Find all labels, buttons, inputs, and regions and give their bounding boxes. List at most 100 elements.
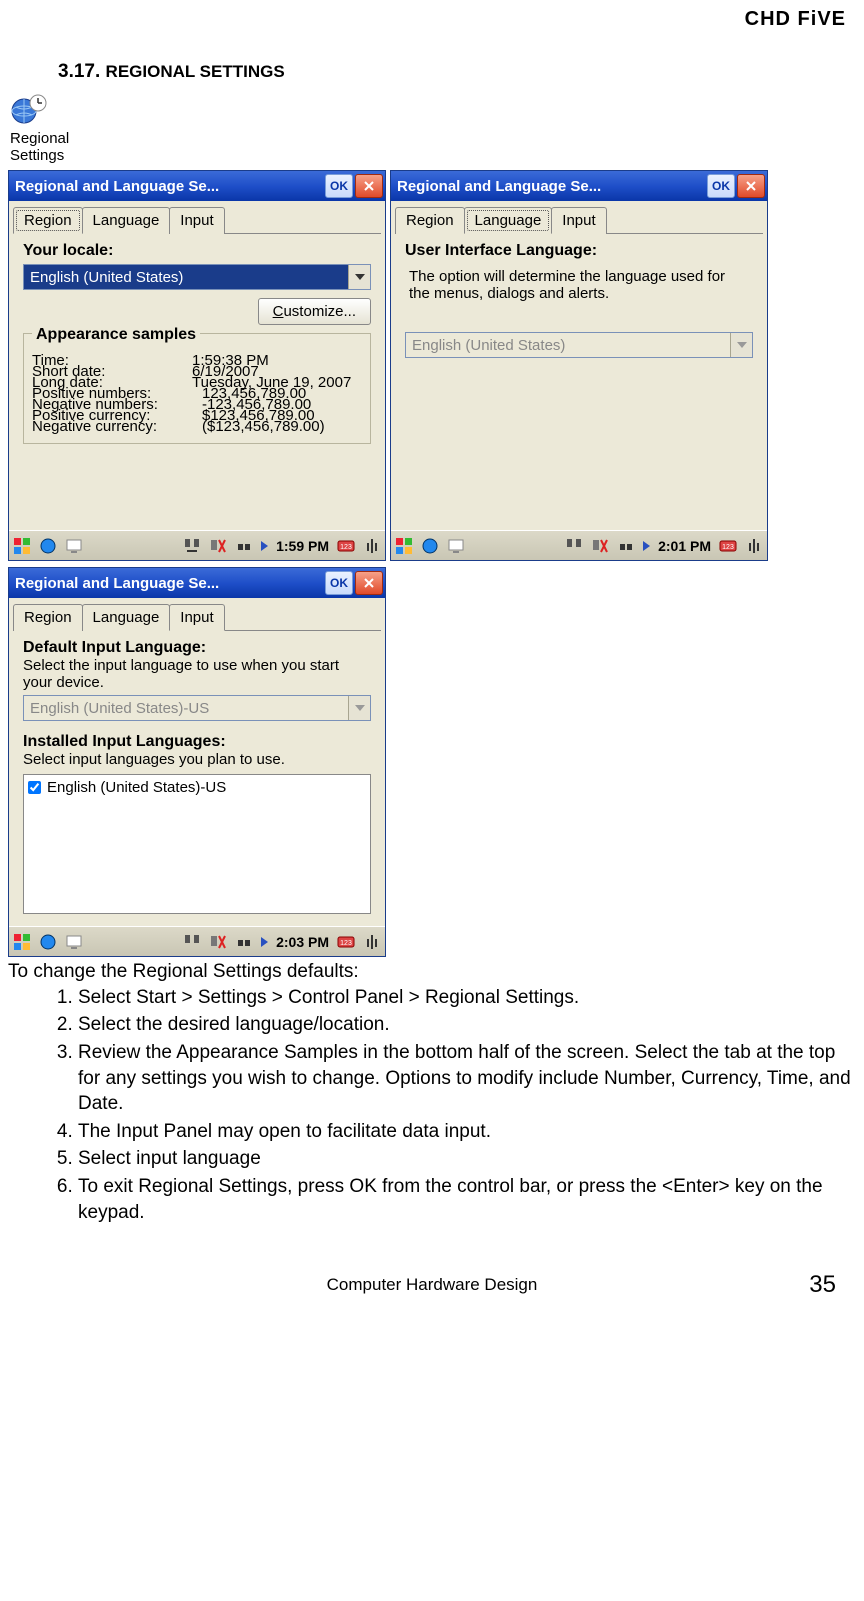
customize-button[interactable]: CCustomize...ustomize... (258, 298, 371, 325)
keyboard-icon[interactable]: 123 (337, 933, 355, 951)
tab-region[interactable]: Region (13, 604, 83, 631)
sync-icon[interactable] (183, 537, 201, 555)
window-body: User Interface Language: The option will… (395, 233, 763, 526)
brand-header: CHD FiVE (8, 8, 856, 31)
tab-input[interactable]: Input (169, 207, 224, 234)
installed-languages-list[interactable]: English (United States)-US (23, 774, 371, 914)
ok-button[interactable]: OK (707, 174, 735, 198)
taskbar: 2:03 PM 123 (9, 926, 385, 956)
tab-language[interactable]: Language (464, 207, 553, 234)
ui-language-combo (405, 332, 753, 358)
close-button[interactable] (355, 174, 383, 198)
page-footer: Computer Hardware Design 35 (8, 1275, 856, 1315)
close-icon (745, 180, 757, 192)
tab-region[interactable]: Region (13, 207, 83, 234)
instructions: To change the Regional Settings defaults… (8, 959, 856, 1225)
volume-icon[interactable] (235, 537, 253, 555)
language-item-label: English (United States)-US (47, 779, 226, 796)
page-number: 35 (809, 1271, 836, 1299)
window-title: Regional and Language Se... (397, 178, 705, 195)
fieldset-title: Appearance samples (32, 326, 200, 344)
network-icon[interactable] (39, 933, 57, 951)
volume-icon[interactable] (235, 933, 253, 951)
default-input-label: Default Input Language: (23, 639, 371, 657)
tray-arrow-icon[interactable] (261, 541, 268, 551)
sync-icon[interactable] (183, 933, 201, 951)
connection-icon[interactable] (209, 537, 227, 555)
sample-label: Negative currency: (32, 418, 202, 435)
titlebar[interactable]: Regional and Language Se... OK (391, 171, 767, 201)
connection-icon[interactable] (591, 537, 609, 555)
tray-arrow-icon[interactable] (643, 541, 650, 551)
tray-arrow-icon[interactable] (261, 937, 268, 947)
desktop-icon[interactable] (447, 537, 465, 555)
volume-icon[interactable] (617, 537, 635, 555)
tab-region[interactable]: Region (395, 207, 465, 234)
signal-icon[interactable] (363, 933, 381, 951)
instruction-item: Review the Appearance Samples in the bot… (78, 1040, 856, 1117)
installed-languages-label: Installed Input Languages: (23, 733, 371, 751)
ui-language-value (406, 333, 730, 357)
window-language: Regional and Language Se... OK Region La… (390, 170, 768, 561)
tab-language[interactable]: Language (82, 207, 171, 234)
network-icon[interactable] (421, 537, 439, 555)
section-title: REGIONAL SETTINGS (106, 62, 285, 81)
tab-input[interactable]: Input (169, 604, 224, 631)
locale-combo[interactable] (23, 264, 371, 290)
svg-text:123: 123 (340, 544, 352, 551)
default-input-combo (23, 695, 371, 721)
network-icon[interactable] (39, 537, 57, 555)
start-icon[interactable] (13, 537, 31, 555)
regional-settings-icon-block: Regional Settings (10, 93, 856, 164)
locale-label: Your locale: (23, 242, 371, 260)
instruction-item: Select the desired language/location. (78, 1012, 856, 1038)
window-input: Regional and Language Se... OK Region La… (8, 567, 386, 957)
default-input-text: Select the input language to use when yo… (23, 657, 371, 691)
tab-language[interactable]: Language (82, 604, 171, 631)
footer-center: Computer Hardware Design (327, 1275, 538, 1295)
language-checkbox[interactable] (28, 781, 41, 794)
titlebar[interactable]: Regional and Language Se... OK (9, 171, 385, 201)
locale-value[interactable] (24, 265, 348, 289)
icon-label: Regional Settings (10, 130, 856, 164)
tab-input[interactable]: Input (551, 207, 606, 234)
instruction-item: Select input language (78, 1146, 856, 1172)
chevron-down-icon[interactable] (348, 265, 370, 289)
svg-text:123: 123 (722, 544, 734, 551)
svg-text:123: 123 (340, 940, 352, 947)
start-icon[interactable] (13, 933, 31, 951)
start-icon[interactable] (395, 537, 413, 555)
taskbar: 1:59 PM 123 (9, 530, 385, 560)
close-button[interactable] (737, 174, 765, 198)
globe-clock-icon (10, 93, 48, 125)
window-body: Your locale: CCustomize...ustomize... Ap… (13, 233, 381, 526)
sample-value: ($123,456,789.00) (202, 418, 325, 435)
sync-icon[interactable] (565, 537, 583, 555)
window-body: Default Input Language: Select the input… (13, 630, 381, 922)
titlebar[interactable]: Regional and Language Se... OK (9, 568, 385, 598)
instruction-item: The Input Panel may open to facilitate d… (78, 1119, 856, 1145)
connection-icon[interactable] (209, 933, 227, 951)
close-icon (363, 180, 375, 192)
window-title: Regional and Language Se... (15, 178, 323, 195)
list-item[interactable]: English (United States)-US (28, 779, 366, 796)
default-input-value (24, 696, 348, 720)
desktop-icon[interactable] (65, 933, 83, 951)
signal-icon[interactable] (745, 537, 763, 555)
tab-row: Region Language Input (9, 598, 385, 631)
ok-button[interactable]: OK (325, 174, 353, 198)
keyboard-icon[interactable]: 123 (719, 537, 737, 555)
ok-button[interactable]: OK (325, 571, 353, 595)
chevron-down-icon (730, 333, 752, 357)
close-button[interactable] (355, 571, 383, 595)
desktop-icon[interactable] (65, 537, 83, 555)
tab-row: Region Language Input (391, 201, 767, 234)
ui-language-text: The option will determine the language u… (409, 268, 749, 302)
window-title: Regional and Language Se... (15, 575, 323, 592)
signal-icon[interactable] (363, 537, 381, 555)
tab-row: Region Language Input (9, 201, 385, 234)
instruction-item: Select Start > Settings > Control Panel … (78, 985, 856, 1011)
keyboard-icon[interactable]: 123 (337, 537, 355, 555)
appearance-fieldset: Appearance samples Time:1:59:38 PM Short… (23, 333, 371, 444)
window-region: Regional and Language Se... OK Region La… (8, 170, 386, 561)
